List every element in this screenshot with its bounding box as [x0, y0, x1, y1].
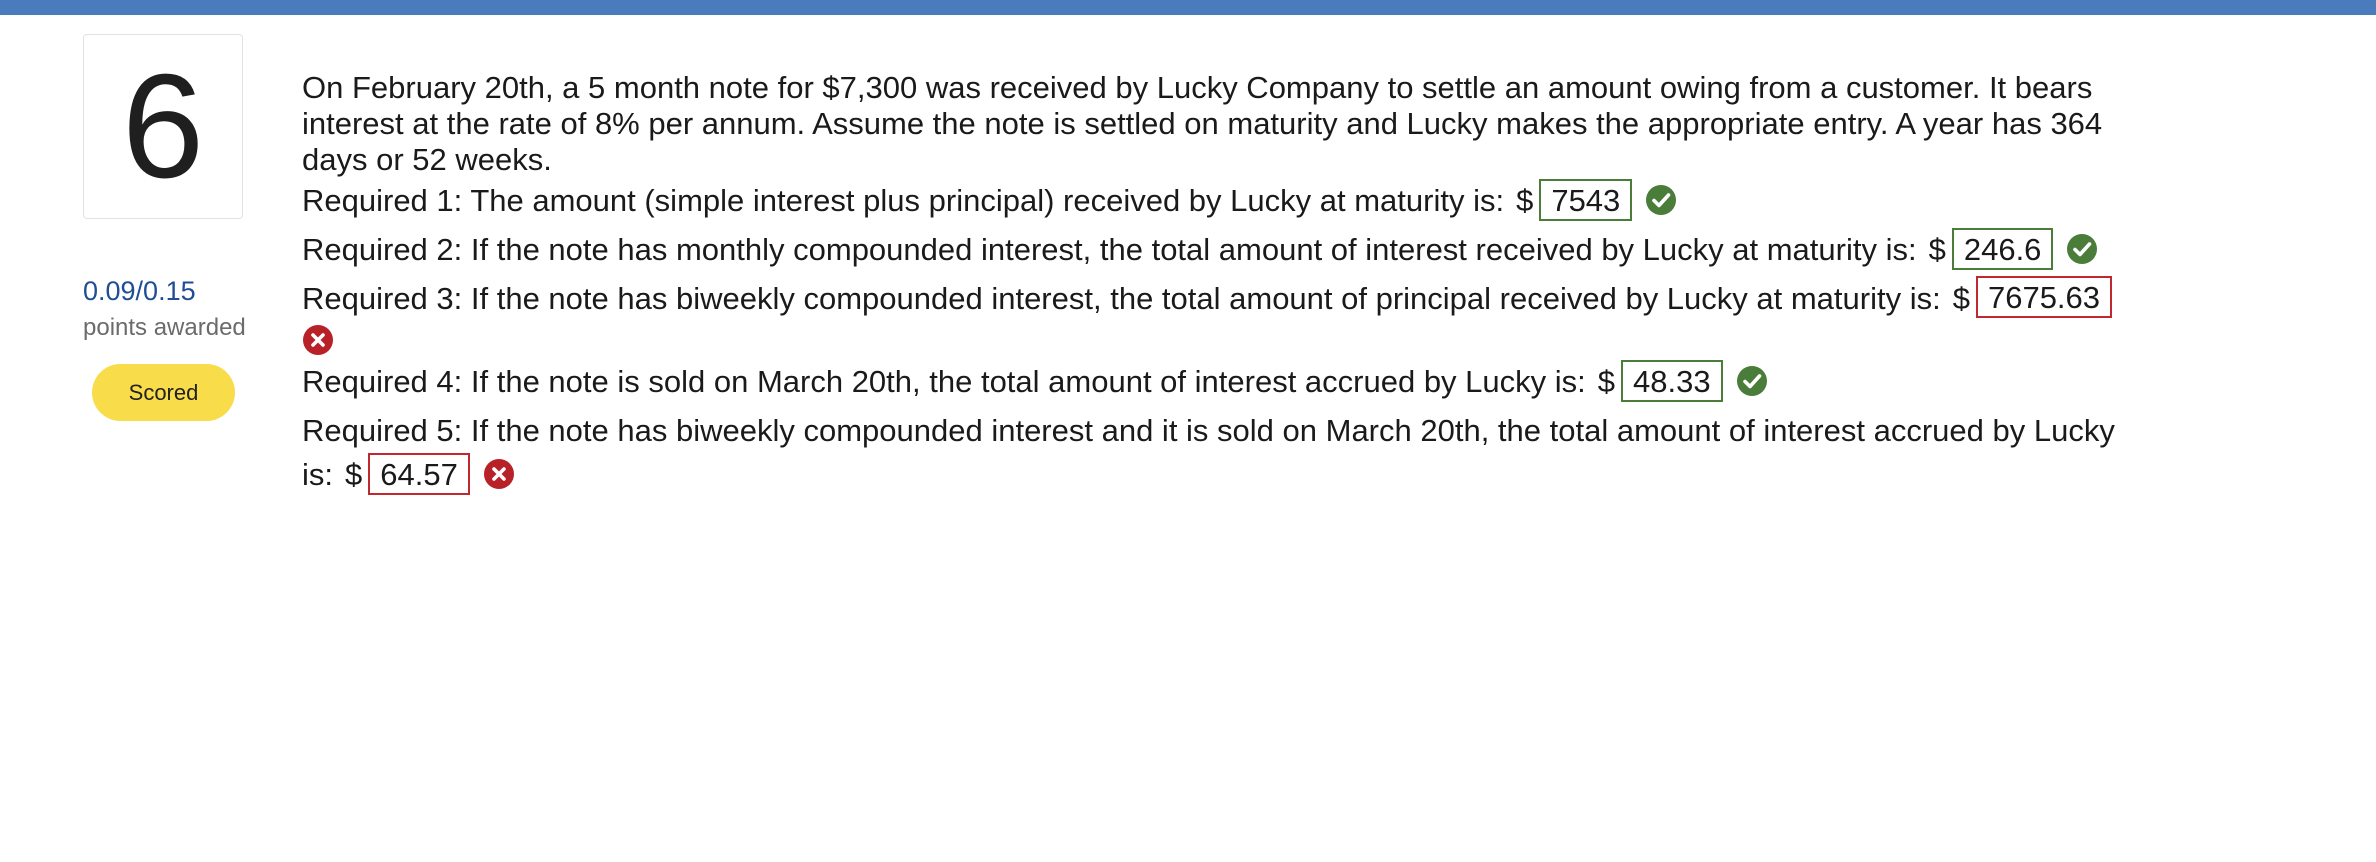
answer-field-2[interactable]: 246.6 — [1951, 227, 2054, 270]
currency-symbol: $ — [1597, 364, 1616, 400]
requirement-text: Required 3: If the note has biweekly com… — [302, 280, 1941, 316]
currency-symbol: $ — [1516, 183, 1534, 218]
requirement-text: Required 4: If the note is sold on March… — [302, 364, 1586, 400]
currency-symbol: $ — [1928, 231, 1946, 267]
currency-symbol: $ — [345, 457, 363, 493]
answer-field-4[interactable]: 48.33 — [1621, 360, 1723, 403]
requirement-text: Required 5: If the note has biweekly com… — [302, 413, 2115, 493]
requirement-4: Required 4: If the note is sold on March… — [302, 360, 2162, 403]
answer-field-1[interactable]: 7543 — [1539, 178, 1633, 221]
requirement-text: Required 2: If the note has monthly comp… — [302, 231, 1917, 267]
requirement-2: Required 2: If the note has monthly comp… — [302, 227, 2162, 270]
status-badge: Scored — [92, 364, 235, 421]
answer-field-3[interactable]: 7675.63 — [1975, 276, 2113, 319]
check-circle-icon — [1645, 184, 1677, 216]
points-score: 0.09/0.15 — [83, 276, 196, 306]
points-label: points awarded — [83, 314, 246, 341]
top-bar — [0, 0, 2376, 15]
check-circle-icon — [2066, 233, 2098, 265]
requirement-3: Required 3: If the note has biweekly com… — [302, 276, 2162, 319]
question-content: On February 20th, a 5 month note for $7,… — [302, 70, 2162, 497]
x-circle-icon — [302, 324, 334, 356]
requirement-5: Required 5: If the note has biweekly com… — [302, 409, 2162, 497]
check-circle-icon — [1736, 365, 1768, 397]
currency-symbol: $ — [1952, 280, 1970, 316]
requirement-text: Required 1: The amount (simple interest … — [302, 183, 1505, 218]
question-number: 6 — [83, 34, 243, 219]
answer-field-5[interactable]: 64.57 — [368, 453, 470, 496]
x-circle-icon — [483, 458, 515, 490]
requirement-1: Required 1: The amount (simple interest … — [302, 178, 2162, 221]
question-stem: On February 20th, a 5 month note for $7,… — [302, 70, 2103, 177]
